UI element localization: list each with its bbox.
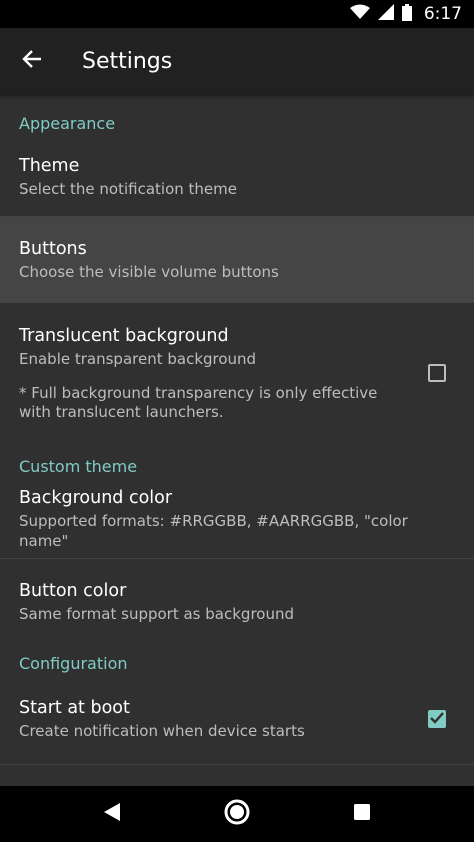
pref-theme-title: Theme bbox=[19, 156, 80, 176]
pref-background-color-title: Background color bbox=[19, 488, 173, 508]
arrow-left-icon bbox=[22, 49, 42, 73]
pref-buttons-title: Buttons bbox=[19, 239, 87, 259]
pref-background-color-summary: Supported formats: #RRGGBB, #AARRGGBB, "… bbox=[19, 512, 408, 550]
settings-list[interactable]: Appearance Theme Select the notification… bbox=[0, 94, 474, 786]
battery-icon bbox=[401, 3, 412, 25]
start-at-boot-checkbox[interactable] bbox=[428, 709, 446, 728]
home-circle-icon bbox=[223, 798, 251, 830]
recents-square-icon bbox=[353, 803, 371, 825]
app-bar: Settings bbox=[0, 28, 474, 94]
pref-buttons[interactable]: Buttons Choose the visible volume button… bbox=[0, 217, 474, 303]
section-header-configuration: Configuration bbox=[19, 653, 128, 673]
translucent-checkbox[interactable] bbox=[428, 364, 446, 382]
pref-start-at-boot-title: Start at boot bbox=[19, 698, 130, 718]
pref-button-color-title: Button color bbox=[19, 580, 127, 601]
checkmark-icon bbox=[430, 709, 444, 728]
status-bar: 6:17 bbox=[0, 0, 474, 28]
pref-translucent-background[interactable]: Translucent background Enable transparen… bbox=[0, 303, 474, 443]
pref-buttons-summary: Choose the visible volume buttons bbox=[19, 263, 279, 281]
page-title: Settings bbox=[82, 48, 173, 74]
section-header-appearance: Appearance bbox=[19, 114, 116, 133]
pref-translucent-summary: Enable transparent background bbox=[19, 350, 257, 368]
nav-back-button[interactable] bbox=[82, 786, 142, 842]
section-header-custom-theme: Custom theme bbox=[19, 456, 138, 476]
pref-start-at-boot[interactable]: Start at boot Create notification when d… bbox=[0, 683, 474, 765]
pref-translucent-title: Translucent background bbox=[19, 326, 229, 346]
back-button[interactable] bbox=[0, 28, 64, 94]
status-time: 6:17 bbox=[423, 4, 462, 24]
pref-start-at-boot-summary: Create notification when device starts bbox=[19, 722, 305, 740]
pref-theme-summary: Select the notification theme bbox=[19, 180, 238, 198]
wifi-icon bbox=[349, 4, 370, 24]
pref-background-color[interactable]: Background color Supported formats: #RRG… bbox=[0, 488, 474, 559]
navigation-bar bbox=[0, 786, 474, 842]
pref-translucent-note: * Full background transparency is only e… bbox=[19, 384, 378, 421]
pref-button-color-summary: Same format support as background bbox=[19, 604, 294, 623]
nav-home-button[interactable] bbox=[207, 786, 267, 842]
pref-theme[interactable]: Theme Select the notification theme bbox=[0, 151, 474, 217]
pref-button-color[interactable]: Button color Same format support as back… bbox=[0, 559, 474, 643]
nav-recents-button[interactable] bbox=[332, 786, 392, 842]
signal-icon bbox=[377, 4, 394, 24]
back-triangle-icon bbox=[103, 802, 121, 826]
